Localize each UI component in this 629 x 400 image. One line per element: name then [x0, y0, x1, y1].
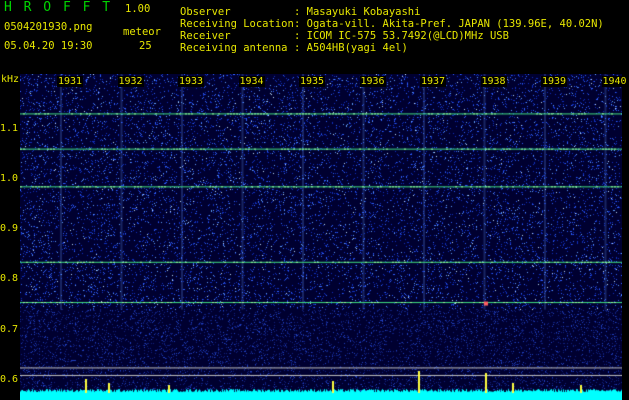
minute-label: 1938 — [480, 76, 507, 87]
observer-label: Observer — [180, 6, 231, 18]
y-tick-label: 1.0 — [0, 172, 19, 184]
minute-label: 1935 — [299, 76, 326, 87]
antenna-label: Receiving antenna — [180, 42, 288, 54]
file-datetime: 05.04.20 19:30 — [4, 40, 93, 52]
receiver-label: Receiver — [180, 30, 231, 42]
minute-label: 1933 — [178, 76, 205, 87]
location-label: Receiving Location — [180, 18, 294, 30]
y-tick-label: 0.6 — [0, 374, 19, 385]
minute-label: 1939 — [541, 76, 568, 87]
receiver-value: : ICOM IC-575 53.7492(@LCD)MHz USB — [294, 30, 509, 42]
minute-label: 1931 — [57, 76, 84, 87]
app-version: 1.00 — [125, 3, 151, 15]
y-tick-label: 0.8 — [0, 273, 19, 285]
observer-value: : Masayuki Kobayashi — [294, 6, 421, 18]
meteor-count: 25 — [139, 40, 152, 52]
minute-label: 1937 — [420, 76, 447, 87]
file-name: 0504201930.png — [4, 21, 93, 33]
minute-label: 1940 — [601, 76, 628, 87]
app-title: H R O F F T — [4, 0, 113, 15]
meteor-label: meteor — [123, 26, 161, 38]
y-axis-unit: kHz — [1, 74, 20, 85]
header-panel: H R O F F T 1.00 0504201930.png meteor 0… — [0, 0, 629, 72]
minute-label: 1932 — [117, 76, 144, 87]
spectrogram — [20, 74, 622, 400]
minute-label: 1936 — [359, 76, 386, 87]
antenna-value: : A504HB(yagi 4el) — [294, 42, 408, 54]
location-value: : Ogata-vill. Akita-Pref. JAPAN (139.96E… — [294, 18, 604, 30]
y-tick-label: 0.7 — [0, 323, 19, 335]
y-tick-label: 0.9 — [0, 223, 19, 235]
y-tick-label: 1.1 — [0, 122, 19, 134]
minute-label: 1934 — [238, 76, 265, 87]
